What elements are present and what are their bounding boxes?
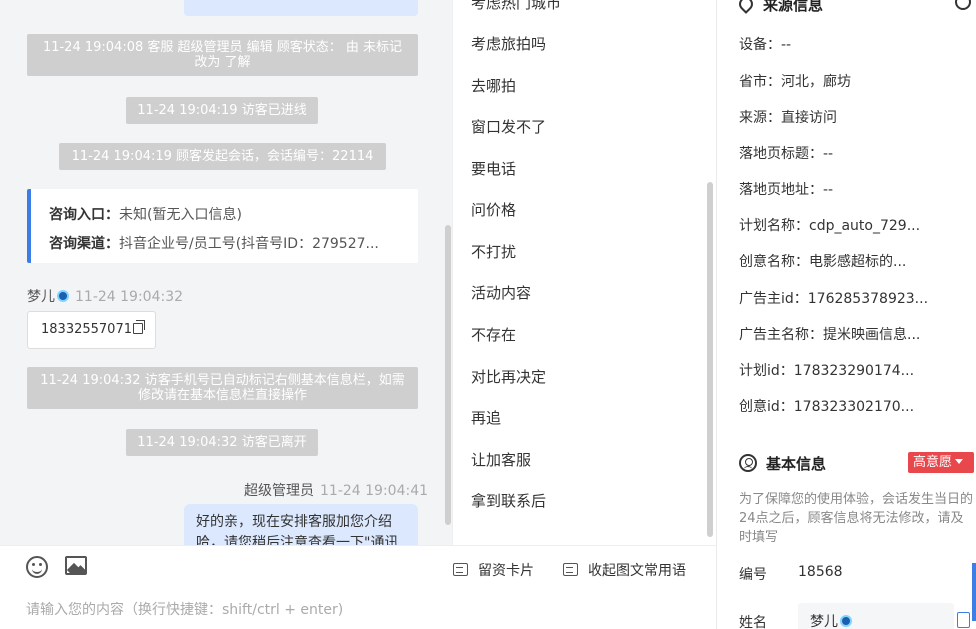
quick-reply-item[interactable]: 对比再决定 — [471, 366, 546, 387]
source-creative-id: 创意id：178323302170... — [739, 399, 915, 415]
copy-name-icon[interactable] — [957, 612, 970, 628]
quick-reply-item[interactable]: 活动内容 — [471, 282, 531, 303]
source-advertiser-id: 广告主id：176285378923... — [739, 291, 929, 307]
customer-info-panel: 来源信息 设备：-- 省市：河北，廊坊 来源：直接访问 落地页标题：-- 落地页… — [716, 0, 976, 629]
emoji-icon[interactable] — [26, 556, 48, 578]
visitor-message-time: 11-24 19:04:32 — [75, 289, 184, 305]
source-info-label: 来源信息 — [763, 0, 824, 14]
source-creative-name: 创意名称：电影感超标的... — [739, 254, 907, 270]
agent-name: 超级管理员 — [244, 483, 314, 499]
name-avatar-icon — [840, 615, 852, 627]
phone-message[interactable]: 18332557071 — [27, 311, 156, 349]
copy-icon[interactable] — [132, 320, 145, 334]
quick-reply-item[interactable]: 窗口发不了 — [471, 116, 546, 137]
quick-reply-item[interactable]: 不存在 — [471, 324, 516, 345]
user-icon — [739, 454, 757, 472]
intent-level-select[interactable]: 高意愿 — [908, 452, 974, 473]
agent-message-meta: 超级管理员 11-24 19:04:41 — [244, 480, 428, 500]
system-event: 11-24 19:04:19 访客已进线 — [126, 97, 318, 124]
quick-reply-item[interactable]: 考虑热门城市 — [471, 0, 561, 13]
source-advertiser-name: 广告主名称：提米映画信息... — [739, 327, 921, 343]
intent-level-label: 高意愿 — [913, 455, 953, 470]
system-event: 11-24 19:04:19 顾客发起会话，会话编号：22114 — [59, 143, 386, 170]
side-drawer-handle[interactable] — [972, 563, 976, 621]
source-city: 省市：河北，廊坊 — [739, 74, 851, 90]
quick-reply-item[interactable]: 再追 — [471, 407, 501, 428]
image-icon[interactable] — [65, 556, 87, 575]
lead-card-label: 留资卡片 — [478, 563, 534, 579]
basic-info-label: 基本信息 — [766, 455, 827, 473]
system-event: 11-24 19:04:32 访客已离开 — [126, 429, 318, 456]
quick-reply-scrollbar[interactable] — [707, 182, 713, 537]
consult-channel: 咨询渠道：抖音企业号/员工号(抖音号ID：279527... — [49, 236, 379, 252]
quick-reply-item[interactable]: 去哪拍 — [471, 75, 516, 96]
source-landing-title: 落地页标题：-- — [739, 146, 834, 162]
customer-name-field[interactable]: 梦儿 — [798, 603, 954, 629]
collapse-phrases-label: 收起图文常用语 — [588, 563, 686, 579]
card-icon — [453, 563, 468, 576]
basic-info-title: 基本信息 — [739, 453, 826, 474]
settings-icon[interactable] — [955, 0, 971, 10]
source-device: 设备：-- — [739, 37, 792, 53]
location-pin-icon — [736, 0, 756, 14]
lead-card-button[interactable]: 留资卡片 — [453, 560, 534, 580]
source-plan-id: 计划id：178323290174... — [739, 363, 915, 379]
source-landing-url: 落地页地址：-- — [739, 182, 834, 198]
customer-name-label: 姓名 — [739, 615, 767, 629]
quick-reply-item[interactable]: 问价格 — [471, 199, 516, 220]
chat-workspace: 11-24 19:04:08 客服 超级管理员 编辑 顾客状态： 由 未标记 改… — [0, 0, 976, 629]
quick-reply-item[interactable]: 拿到联系后 — [471, 490, 546, 511]
quick-reply-item[interactable]: 不打扰 — [471, 241, 516, 262]
collapse-phrases-button[interactable]: 收起图文常用语 — [563, 560, 686, 580]
visitor-name: 梦儿 — [27, 289, 55, 305]
caret-down-icon — [955, 459, 964, 464]
system-event: 11-24 19:04:08 客服 超级管理员 编辑 顾客状态： 由 未标记 改… — [27, 34, 418, 76]
quick-reply-list[interactable]: 考虑热门城市 考虑旅拍吗 去哪拍 窗口发不了 要电话 问价格 不打扰 活动内容 … — [452, 0, 716, 545]
source-info-title: 来源信息 — [736, 0, 824, 15]
system-event: 11-24 19:04:32 访客手机号已自动标记右侧基本信息栏，如需修改请在基… — [27, 367, 418, 409]
message-bubble-previous — [184, 0, 418, 16]
customer-id-value: 18568 — [798, 564, 843, 580]
customer-id-label: 编号 — [739, 567, 767, 583]
agent-message-time: 11-24 19:04:41 — [320, 483, 429, 499]
quick-reply-item[interactable]: 考虑旅拍吗 — [471, 33, 546, 54]
edit-deadline-notice: 为了保障您的使用体验，会话发生当日的24点之后，顾客信息将无法修改，请及时填写 — [739, 492, 974, 545]
source-plan-name: 计划名称：cdp_auto_729... — [739, 218, 921, 234]
chat-scrollbar[interactable] — [445, 225, 451, 525]
visitor-avatar-icon — [57, 290, 69, 302]
consult-entry: 咨询入口：未知(暂无入口信息) — [49, 207, 242, 223]
quick-reply-item[interactable]: 让加客服 — [471, 449, 531, 470]
message-input[interactable]: 请输入您的内容（换行快捷键：shift/ctrl + enter) — [26, 599, 343, 619]
phrases-icon — [563, 563, 578, 576]
consult-info-card: 咨询入口：未知(暂无入口信息) 咨询渠道：抖音企业号/员工号(抖音号ID：279… — [27, 189, 418, 263]
agent-message-bubble: 好的亲，现在安排客服加您介绍哈，请您稍后注意查看一下"通讯 — [184, 504, 418, 545]
source-channel: 来源：直接访问 — [739, 110, 837, 126]
quick-reply-item[interactable]: 要电话 — [471, 158, 516, 179]
visitor-message-meta: 梦儿 11-24 19:04:32 — [27, 286, 183, 306]
chat-messages[interactable]: 11-24 19:04:08 客服 超级管理员 编辑 顾客状态： 由 未标记 改… — [0, 0, 452, 545]
customer-name-value: 梦儿 — [810, 614, 838, 629]
message-composer[interactable]: 留资卡片 收起图文常用语 请输入您的内容（换行快捷键：shift/ctrl + … — [0, 545, 716, 629]
phone-number: 18332557071 — [41, 322, 132, 337]
